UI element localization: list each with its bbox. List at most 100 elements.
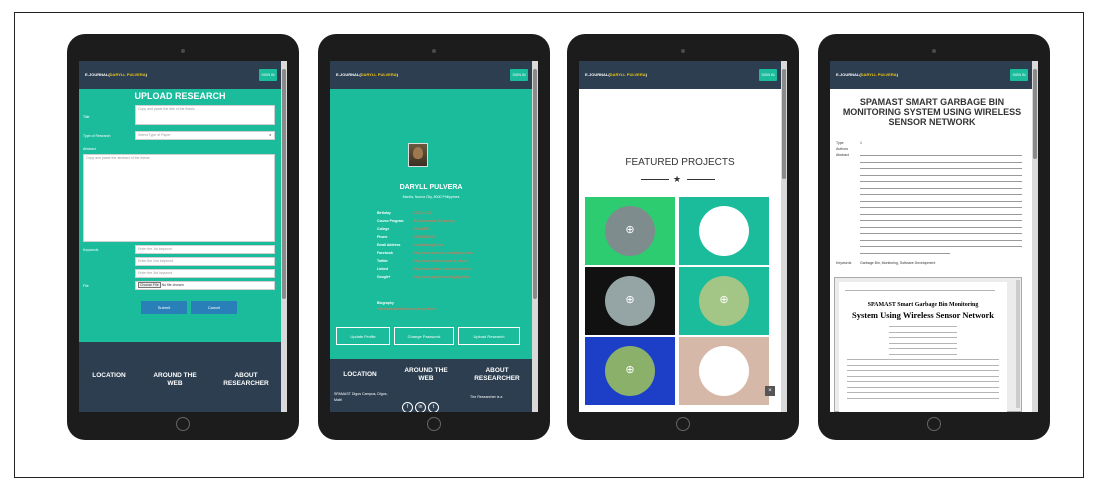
text-line [860, 252, 950, 254]
facebook-icon[interactable]: f [402, 402, 413, 412]
zoom-icon[interactable]: ⊕ [623, 363, 637, 377]
tablet-profile: E-JOURNAL(DARYLL PULVERA) SIGN IN DARYLL… [318, 34, 550, 440]
type-value: 1 [860, 141, 862, 145]
text-line [860, 226, 1022, 228]
scrollbar[interactable] [1032, 61, 1038, 412]
zoom-icon[interactable]: ⊕ [717, 223, 731, 237]
text-line [860, 220, 1022, 222]
info-value[interactable]: http://www.google.com/daryll.pulvera [414, 275, 469, 279]
pdf-viewer[interactable]: SPAMAST Smart Garbage Bin Monitoring Sys… [834, 277, 1022, 412]
cancel-button[interactable]: Cancel [191, 301, 237, 314]
type-label: Type of Research [83, 134, 111, 138]
upload-research-button[interactable]: Upload Research [458, 327, 520, 345]
project-tile[interactable]: ⊕ [679, 337, 769, 405]
footer-around-web: AROUND THE WEB [404, 367, 448, 382]
info-value[interactable]: http://www.twitter.com/daryll.pulvera [414, 259, 468, 263]
pdf-text-line [889, 337, 957, 338]
choose-file-button[interactable]: Choose File [138, 282, 161, 288]
scrollbar-thumb[interactable] [782, 69, 786, 179]
signin-button[interactable]: SIGN IN [259, 69, 277, 81]
scrollbar-thumb[interactable] [282, 69, 286, 299]
pdf-text-line [847, 381, 999, 382]
scrollbar[interactable] [281, 61, 287, 412]
brand-logo[interactable]: E-JOURNAL(DARYLL PULVERA) [585, 72, 647, 77]
info-value[interactable]: http://www.linkedin.com/daryll.pulvera [414, 267, 471, 271]
camera-dot [432, 49, 436, 53]
screen-profile: E-JOURNAL(DARYLL PULVERA) SIGN IN DARYLL… [330, 61, 538, 412]
screen-upload-research: E-JOURNAL(DARYLL PULVERA) SIGN IN UPLOAD… [79, 61, 287, 412]
scrollbar-thumb[interactable] [1033, 69, 1037, 159]
info-label: College [377, 227, 390, 231]
info-value: mail@example.com [414, 243, 444, 247]
camera-dot [932, 49, 936, 53]
project-tile[interactable]: ⊕ [585, 267, 675, 335]
linkedin-icon[interactable]: in [415, 402, 426, 412]
title-label: Title [83, 115, 90, 119]
info-label: Google+ [377, 275, 391, 279]
biography-label: Biography [377, 301, 394, 305]
title-field[interactable]: Copy and paste the title of the thesis [135, 105, 275, 125]
pdf-text-line [889, 331, 957, 333]
info-value: 2000-01-01 [414, 211, 432, 215]
pdf-text-line [889, 353, 957, 355]
chevron-down-icon: ♦ [269, 133, 271, 137]
info-label: Birthday [377, 211, 391, 215]
text-line [860, 174, 1022, 176]
pdf-text-line [847, 386, 999, 388]
text-line [860, 246, 1022, 248]
pdf-title-line-2: System Using Wireless Sensor Network [852, 310, 994, 320]
project-tile[interactable]: ⊕ [679, 267, 769, 335]
signin-button[interactable]: SIGN IN [759, 69, 777, 81]
type-select[interactable]: Select Type of Paper ♦ [135, 131, 275, 140]
brand-logo[interactable]: E-JOURNAL(DARYLL PULVERA) [85, 72, 147, 77]
text-line [860, 200, 1022, 202]
biography-value[interactable]: http://www.facebook.com/daryll.pulvera [377, 307, 436, 311]
zoom-icon[interactable]: ⊕ [717, 363, 731, 377]
scrollbar[interactable] [532, 61, 538, 412]
info-value[interactable]: http://www.facebook.com/daryll.pulvera [414, 251, 473, 255]
signin-button[interactable]: SIGN IN [1010, 69, 1028, 81]
pdf-scrollbar[interactable] [1016, 280, 1020, 408]
keyword-1-field[interactable]: Enter the 1st keyword [135, 245, 275, 254]
pdf-text-line [847, 375, 999, 377]
divider-left [641, 179, 669, 180]
home-button [676, 417, 690, 431]
profile-name: DARYLL PULVERA [399, 184, 463, 191]
abstract-field[interactable]: Copy and paste the abstract of the thesi… [83, 154, 275, 242]
camera-dot [681, 49, 685, 53]
abstract-label: Abstract [83, 147, 96, 151]
change-password-button[interactable]: Change Password [394, 327, 454, 345]
signin-button[interactable]: SIGN IN [510, 69, 528, 81]
info-value: BS Information Technology [414, 219, 455, 223]
info-value: SPAMAST [414, 227, 430, 231]
text-line [860, 213, 1022, 215]
brand-logo[interactable]: E-JOURNAL(DARYLL PULVERA) [836, 72, 898, 77]
file-input[interactable]: Choose File No file chosen [135, 281, 275, 290]
brand-logo[interactable]: E-JOURNAL(DARYLL PULVERA) [336, 72, 398, 77]
abstract-label: Abstract [836, 153, 849, 157]
close-icon[interactable]: × [765, 386, 775, 396]
upload-form: UPLOAD RESEARCH Title Copy and paste the… [79, 89, 281, 342]
zoom-icon[interactable]: ⊕ [717, 293, 731, 307]
project-tile[interactable]: ⊕ [585, 337, 675, 405]
zoom-icon[interactable]: ⊕ [623, 223, 637, 237]
keyword-3-field[interactable]: Enter the 3rd keyword [135, 269, 275, 278]
footer-location: LOCATION [92, 372, 126, 379]
update-profile-button[interactable]: Update Profile [336, 327, 390, 345]
info-label: Email Address [377, 243, 401, 247]
submit-button[interactable]: Submit [141, 301, 187, 314]
project-tile[interactable]: ⊕ [679, 197, 769, 265]
scrollbar[interactable] [781, 61, 787, 412]
zoom-icon[interactable]: ⊕ [623, 293, 637, 307]
text-line [860, 181, 1022, 183]
scrollbar-thumb[interactable] [533, 69, 537, 299]
twitter-icon[interactable]: t [428, 402, 439, 412]
footer-around-web: AROUND THE WEB [153, 372, 197, 387]
keywords-value: Garbage Bin, Monitoring, Software Develo… [860, 261, 936, 265]
keyword-2-field[interactable]: Enter the 2nd keyword [135, 257, 275, 266]
project-tile[interactable]: ⊕ [585, 197, 675, 265]
info-label: Phone [377, 235, 388, 239]
text-line [860, 239, 1022, 241]
footer-about-researcher: ABOUT RESEARCHER [223, 372, 269, 387]
pdf-text-line [847, 359, 999, 360]
